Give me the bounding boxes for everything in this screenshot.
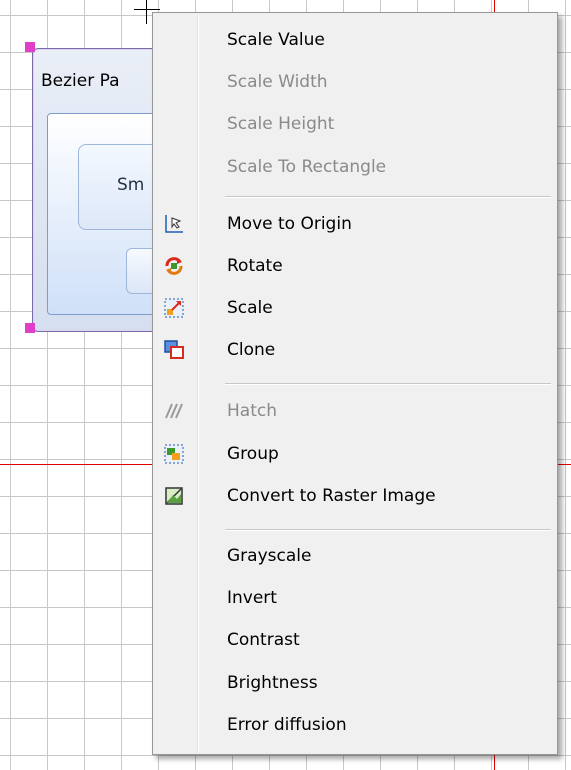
- menu-item-label: Invert: [227, 588, 277, 608]
- menu-item-label: Group: [227, 444, 279, 464]
- menu-item-hatch[interactable]: Hatch: [155, 391, 555, 431]
- menu-item-group[interactable]: Group: [155, 434, 555, 474]
- menu-item-label: Scale Width: [227, 72, 328, 92]
- shape-inner-button-text: Sm: [117, 175, 145, 195]
- menu-item-scale-to-rectangle[interactable]: Scale To Rectangle: [155, 147, 555, 187]
- menu-item-scale[interactable]: Scale: [155, 288, 555, 328]
- crosshair-cursor: [146, 0, 147, 24]
- menu-item-scale-width[interactable]: Scale Width: [155, 62, 555, 102]
- menu-item-label: Rotate: [227, 256, 283, 276]
- menu-item-brightness[interactable]: Brightness: [155, 663, 555, 703]
- menu-item-rotate[interactable]: Rotate: [155, 246, 555, 286]
- shape-title: Bezier Pa: [41, 71, 120, 91]
- rotate-icon: [165, 257, 183, 275]
- menu-item-label: Scale To Rectangle: [227, 157, 387, 177]
- menu-separator: [225, 529, 551, 531]
- menu-item-label: Error diffusion: [227, 715, 347, 735]
- menu-item-label: Clone: [227, 340, 276, 360]
- menu-item-move-to-origin[interactable]: Move to Origin: [155, 204, 555, 244]
- menu-item-scale-height[interactable]: Scale Height: [155, 104, 555, 144]
- menu-item-label: Scale Height: [227, 114, 335, 134]
- menu-item-label: Scale Value: [227, 30, 325, 50]
- menu-separator: [225, 196, 551, 198]
- menu-separator: [225, 383, 551, 385]
- menu-item-grayscale[interactable]: Grayscale: [155, 536, 555, 576]
- move-to-origin-icon: [165, 215, 183, 233]
- menu-item-error-diffusion[interactable]: Error diffusion: [155, 705, 555, 745]
- menu-item-label: Move to Origin: [227, 214, 352, 234]
- menu-item-convert-to-raster-image[interactable]: Convert to Raster Image: [155, 476, 555, 516]
- scale-icon: [164, 298, 184, 318]
- hatch-icon: [165, 403, 183, 419]
- menu-item-label: Grayscale: [227, 546, 312, 566]
- menu-item-clone[interactable]: Clone: [155, 330, 555, 370]
- selection-handle-top-left[interactable]: [25, 42, 35, 52]
- clone-icon: [164, 340, 184, 359]
- crosshair-cursor-horizontal: [134, 9, 160, 10]
- menu-item-scale-value[interactable]: Scale Value: [155, 20, 555, 60]
- menu-item-invert[interactable]: Invert: [155, 578, 555, 618]
- menu-item-label: Brightness: [227, 673, 318, 693]
- raster-image-icon: [165, 487, 183, 505]
- menu-item-contrast[interactable]: Contrast: [155, 620, 555, 660]
- menu-item-label: Convert to Raster Image: [227, 486, 436, 506]
- menu-item-label: Hatch: [227, 401, 277, 421]
- selection-handle-bottom-left[interactable]: [25, 323, 35, 333]
- context-menu: Scale Value Scale Width Scale Height Sca…: [152, 12, 558, 755]
- menu-item-label: Contrast: [227, 630, 300, 650]
- menu-item-label: Scale: [227, 298, 273, 318]
- group-icon: [164, 444, 184, 464]
